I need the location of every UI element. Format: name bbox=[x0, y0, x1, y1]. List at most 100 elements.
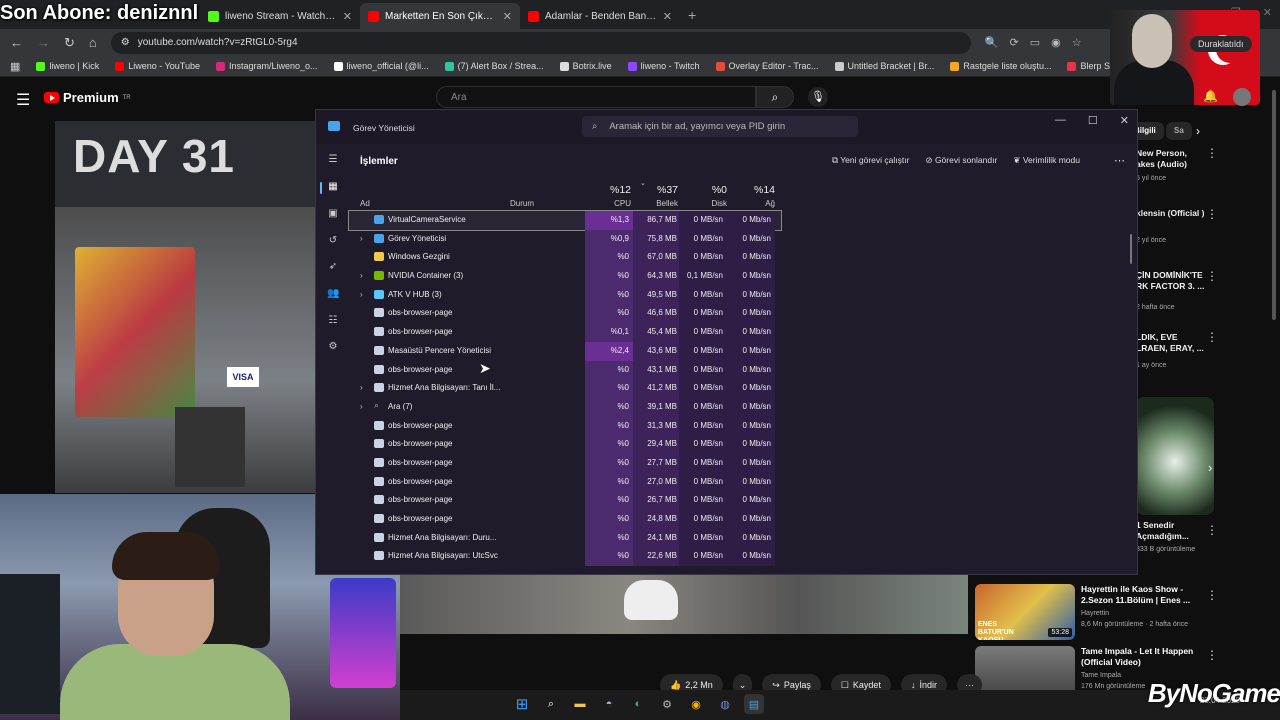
process-row[interactable]: obs-browser-page %0,1 45,4 MB 0 MB/sn 0 Mb/s… bbox=[349, 323, 781, 342]
browser-tab[interactable]: Adamlar - Benden Bana - YouTu ✕ bbox=[520, 3, 680, 29]
expand-chevron-icon[interactable]: › bbox=[360, 234, 363, 243]
column-header-status[interactable]: Durum bbox=[510, 199, 534, 208]
recommendation-thumbnail[interactable] bbox=[1136, 397, 1214, 515]
install-icon[interactable]: ▭ bbox=[1030, 36, 1040, 49]
expand-chevron-icon[interactable]: › bbox=[360, 402, 363, 411]
close-icon[interactable]: ✕ bbox=[1120, 114, 1129, 127]
minimize-icon[interactable]: — bbox=[1055, 114, 1066, 127]
bookmark-item[interactable]: liweno | Kick bbox=[36, 61, 99, 71]
startup-apps-icon[interactable]: ➶ bbox=[327, 261, 339, 273]
processes-icon[interactable]: ▦ bbox=[327, 181, 339, 193]
discord-icon[interactable]: ◍ bbox=[715, 694, 735, 714]
hamburger-menu-icon[interactable]: ☰ bbox=[16, 90, 30, 110]
search-icon[interactable]: ⌕ bbox=[756, 86, 794, 108]
process-search-input[interactable]: ⌕ Aramak için bir ad, yayımcı veya PID g… bbox=[582, 116, 858, 137]
edge-icon[interactable]: ◐ bbox=[628, 694, 648, 714]
process-row[interactable]: › NVIDIA Container (3) %0 64,3 MB 0,1 MB/sn 0… bbox=[349, 267, 781, 286]
bookmark-item[interactable]: Instagram/Liweno_o... bbox=[216, 61, 318, 71]
browser-tab[interactable]: Marketten En Son Çıkan 250.0 ✕ bbox=[360, 3, 520, 29]
filter-chip-sa[interactable]: Sa bbox=[1166, 122, 1192, 140]
bookmark-item[interactable]: Botrix.live bbox=[559, 61, 612, 71]
bookmark-item[interactable]: Untitled Bracket | Br... bbox=[834, 61, 934, 71]
page-scrollbar[interactable] bbox=[1272, 90, 1276, 320]
close-tab-icon[interactable]: ✕ bbox=[663, 10, 672, 23]
microphone-icon[interactable]: 🎙 bbox=[808, 87, 828, 107]
apps-grid-icon[interactable]: ▦ bbox=[10, 60, 20, 73]
video-player-lower[interactable] bbox=[400, 574, 968, 634]
performance-icon[interactable]: ▣ bbox=[327, 208, 339, 220]
efficiency-mode-button[interactable]: ❦ Verimlilik modu bbox=[1013, 155, 1080, 166]
process-row[interactable]: › Görev Yöneticisi %0,9 75,8 MB 0 MB/sn 0 Mb/… bbox=[349, 229, 781, 249]
run-new-task-button[interactable]: ⧉ Yeni görevi çalıştır bbox=[832, 155, 909, 166]
expand-chevron-icon[interactable]: › bbox=[360, 383, 363, 392]
recommendation-item[interactable]: LDIK, EVE LRAEN, ERAY, ... 1 ay önce bbox=[1136, 332, 1206, 371]
chips-next-icon[interactable]: › bbox=[1196, 124, 1200, 138]
youtube-search-input[interactable]: Ara bbox=[436, 86, 756, 108]
bookmark-star-icon[interactable]: ☆ bbox=[1072, 36, 1082, 49]
bookmark-item[interactable]: Rastgele liste oluştu... bbox=[950, 61, 1051, 71]
zoom-icon[interactable]: 🔍 bbox=[985, 36, 999, 49]
close-tab-icon[interactable]: ✕ bbox=[503, 10, 512, 23]
more-actions-icon[interactable]: ⋮ bbox=[1206, 588, 1218, 602]
column-header-cpu-percent[interactable]: %12 bbox=[585, 184, 631, 196]
expand-chevron-icon[interactable]: › bbox=[360, 290, 363, 299]
chrome-icon[interactable]: ◉ bbox=[686, 694, 706, 714]
column-header-disk-percent[interactable]: %0 bbox=[679, 184, 727, 196]
bookmark-item[interactable]: Overlay Editor - Trac... bbox=[715, 61, 819, 71]
column-header-network-percent[interactable]: %14 bbox=[727, 184, 775, 196]
bookmark-item[interactable]: Liweno - YouTube bbox=[115, 61, 200, 71]
services-icon[interactable]: ⚙ bbox=[327, 341, 339, 353]
end-task-button[interactable]: ⊘ Görevi sonlandır bbox=[925, 155, 997, 166]
more-actions-icon[interactable]: ⋮ bbox=[1206, 648, 1218, 662]
process-row[interactable]: VirtualCameraService %1,3 86,7 MB 0 MB/sn 0 … bbox=[348, 210, 782, 231]
bookmark-item[interactable]: liweno_official (@li... bbox=[333, 61, 429, 71]
process-row[interactable]: obs-browser-page %0 24,8 MB 0 MB/sn 0 Mb/sn bbox=[349, 510, 781, 529]
avatar[interactable] bbox=[1233, 88, 1251, 106]
bookmark-item[interactable]: liweno - Twitch bbox=[627, 61, 700, 71]
reload-icon[interactable]: ↻ bbox=[64, 35, 75, 51]
profile-status-pill[interactable]: Duraklatıldı bbox=[1190, 36, 1252, 52]
more-actions-icon[interactable]: ⋮ bbox=[1206, 207, 1218, 221]
eye-off-icon[interactable]: ◉ bbox=[1051, 36, 1061, 49]
process-row[interactable]: obs-browser-page %0 31,3 MB 0 MB/sn 0 Mb/sn bbox=[349, 416, 781, 436]
more-options-icon[interactable]: ⋯ bbox=[1114, 154, 1125, 167]
column-header-disk[interactable]: Disk bbox=[679, 199, 727, 208]
users-icon[interactable]: 👥 bbox=[327, 288, 339, 300]
search-icon[interactable]: ⌕ bbox=[541, 694, 561, 714]
video-player[interactable]: VISA DAY 31 bbox=[55, 121, 315, 493]
column-header-cpu[interactable]: CPU bbox=[585, 199, 631, 208]
column-header-name[interactable]: Ad bbox=[360, 199, 370, 208]
process-row[interactable]: › ⌕ Ara (7) %0 39,1 MB 0 MB/sn 0 Mb/sn bbox=[349, 397, 781, 417]
close-tab-icon[interactable]: ✕ bbox=[343, 10, 352, 23]
process-row[interactable]: › Hizmet Ana Bilgisayarı: Tanı İl... %0 41,… bbox=[349, 379, 781, 398]
forward-icon[interactable]: → bbox=[37, 35, 50, 50]
process-row[interactable]: Windows Gezgini %0 67,0 MB 0 MB/sn 0 Mb/sn bbox=[349, 248, 781, 268]
recommendation-item[interactable]: ÇİN DOMİNİK'TE RK FACTOR 3. ... 2 hafta … bbox=[1136, 270, 1206, 313]
process-row[interactable]: Hizmet Ana Bilgisayarı: Duru... %0 24,1 MB… bbox=[349, 528, 781, 548]
process-row[interactable]: obs-browser-page %0 27,0 MB 0 MB/sn 0 Mb/sn bbox=[349, 472, 781, 492]
file-explorer-icon[interactable]: ▬ bbox=[570, 694, 590, 714]
maximize-icon[interactable]: ☐ bbox=[1088, 114, 1098, 127]
expand-chevron-icon[interactable]: › bbox=[360, 271, 363, 280]
browser-tab[interactable]: liweno Stream - Watch Live on ✕ bbox=[200, 3, 360, 29]
column-header-memory-percent[interactable]: %37 bbox=[633, 184, 678, 196]
process-row[interactable]: obs-browser-page %0 26,7 MB 0 MB/sn 0 Mb/sn bbox=[349, 491, 781, 510]
task-manager-taskbar-icon[interactable]: ▤ bbox=[744, 694, 764, 714]
process-row[interactable]: › ATK V HUB (3) %0 49,5 MB 0 MB/sn 0 Mb/sn bbox=[349, 285, 781, 305]
more-actions-icon[interactable]: ⋮ bbox=[1206, 330, 1218, 344]
translate-icon[interactable]: ⟳ bbox=[1009, 36, 1018, 49]
process-row[interactable]: Masaüstü Pencere Yöneticisi %2,4 43,6 MB 0 … bbox=[349, 341, 781, 361]
more-actions-icon[interactable]: ⋮ bbox=[1206, 523, 1218, 537]
app-history-icon[interactable]: ↺ bbox=[327, 235, 339, 247]
column-header-memory[interactable]: Bellek bbox=[633, 199, 678, 208]
process-row[interactable]: obs-browser-page %0 43,1 MB 0 MB/sn 0 Mb/sn bbox=[349, 360, 781, 380]
windows-start-icon[interactable]: ⊞ bbox=[512, 694, 532, 714]
recommendation-item[interactable]: 1 Senedir Açmadığım... 333 B görüntüleme bbox=[1136, 520, 1206, 555]
site-info-icon[interactable]: ⚙ bbox=[121, 37, 130, 48]
notification-bell-icon[interactable]: 🔔 bbox=[1203, 89, 1218, 103]
settings-icon[interactable]: ⚙ bbox=[657, 694, 677, 714]
hamburger-menu-icon[interactable]: ☰ bbox=[327, 154, 339, 166]
process-row[interactable]: obs-browser-page %0 46,6 MB 0 MB/sn 0 Mb/sn bbox=[349, 304, 781, 324]
home-icon[interactable]: ⌂ bbox=[89, 35, 97, 50]
url-bar[interactable]: ⚙ youtube.com/watch?v=zRtGL0-5rg4 bbox=[110, 31, 971, 54]
